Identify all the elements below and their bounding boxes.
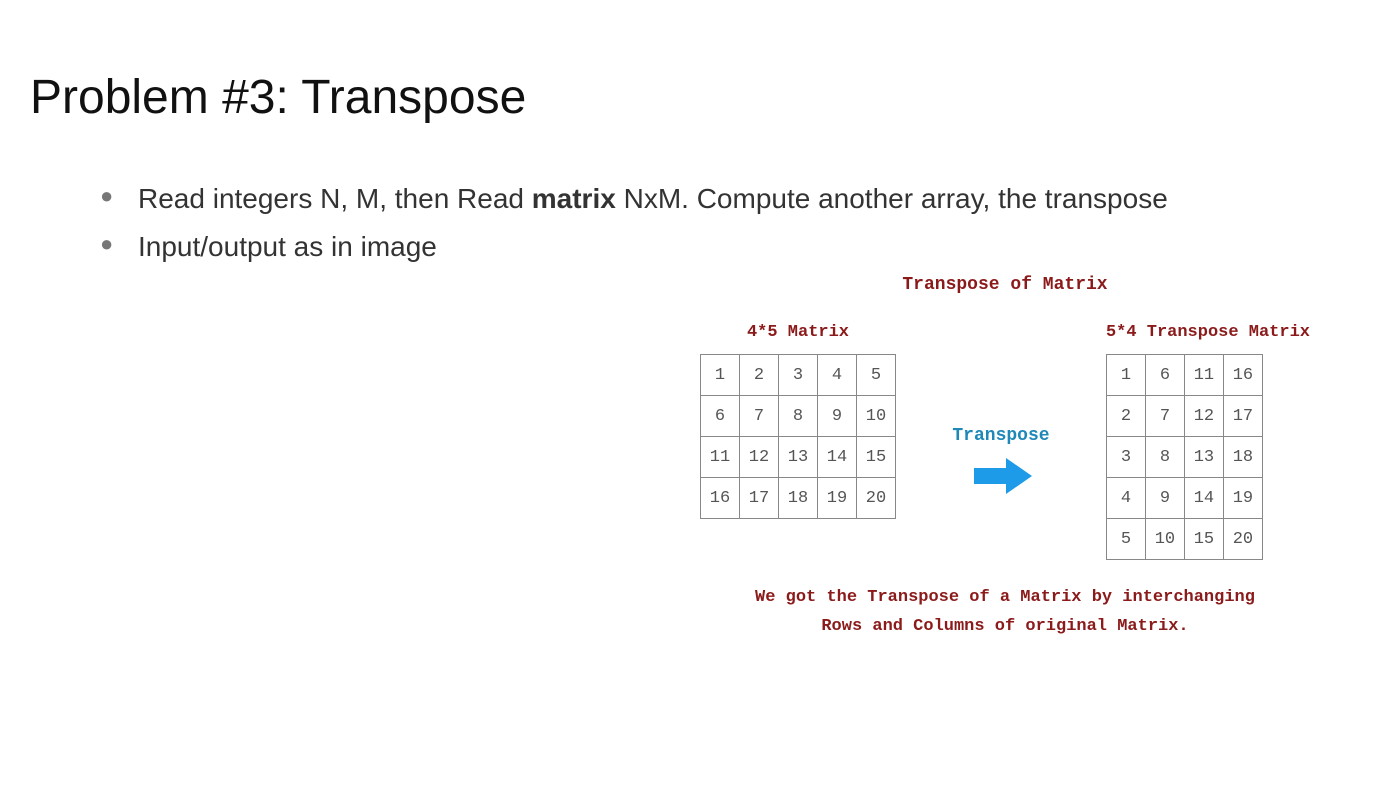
table-row: 16 17 18 19 20	[701, 478, 896, 519]
cell: 3	[1106, 437, 1145, 478]
diagram-caption: We got the Transpose of a Matrix by inte…	[700, 584, 1310, 642]
table-row: 2 7 12 17	[1106, 396, 1262, 437]
cell: 6	[701, 396, 740, 437]
output-matrix-block: 5*4 Transpose Matrix 1 6 11 16 2 7 12 17	[1106, 323, 1310, 560]
cell: 16	[701, 478, 740, 519]
cell: 4	[1106, 478, 1145, 519]
cell: 19	[1223, 478, 1262, 519]
slide-title: Problem #3: Transpose	[30, 70, 1366, 125]
table-row: 5 10 15 20	[1106, 519, 1262, 560]
input-matrix-label: 4*5 Matrix	[700, 323, 896, 342]
cell: 18	[1223, 437, 1262, 478]
cell: 11	[1184, 355, 1223, 396]
diagram-row: 4*5 Matrix 1 2 3 4 5 6 7 8 9 10	[700, 323, 1310, 560]
cell: 4	[818, 355, 857, 396]
cell: 3	[779, 355, 818, 396]
cell: 20	[857, 478, 896, 519]
table-row: 1 2 3 4 5	[701, 355, 896, 396]
table-row: 3 8 13 18	[1106, 437, 1262, 478]
cell: 10	[1145, 519, 1184, 560]
cell: 20	[1223, 519, 1262, 560]
caption-line-2: Rows and Columns of original Matrix.	[821, 617, 1188, 636]
cell: 5	[857, 355, 896, 396]
slide: Problem #3: Transpose Read integers N, M…	[0, 0, 1396, 787]
cell: 15	[1184, 519, 1223, 560]
output-matrix-label: 5*4 Transpose Matrix	[1106, 323, 1310, 342]
cell: 12	[1184, 396, 1223, 437]
bullet-1-bold: matrix	[532, 183, 616, 214]
cell: 13	[1184, 437, 1223, 478]
cell: 8	[1145, 437, 1184, 478]
cell: 9	[1145, 478, 1184, 519]
output-matrix-table: 1 6 11 16 2 7 12 17 3 8 13	[1106, 354, 1263, 560]
table-row: 4 9 14 19	[1106, 478, 1262, 519]
cell: 1	[1106, 355, 1145, 396]
arrow-right-icon	[966, 454, 1036, 498]
cell: 17	[740, 478, 779, 519]
cell: 5	[1106, 519, 1145, 560]
cell: 9	[818, 396, 857, 437]
cell: 1	[701, 355, 740, 396]
cell: 14	[818, 437, 857, 478]
cell: 7	[740, 396, 779, 437]
input-matrix-block: 4*5 Matrix 1 2 3 4 5 6 7 8 9 10	[700, 323, 896, 519]
cell: 8	[779, 396, 818, 437]
cell: 15	[857, 437, 896, 478]
caption-line-1: We got the Transpose of a Matrix by inte…	[755, 588, 1255, 607]
cell: 17	[1223, 396, 1262, 437]
cell: 12	[740, 437, 779, 478]
input-matrix-table: 1 2 3 4 5 6 7 8 9 10 11	[700, 354, 896, 519]
cell: 2	[740, 355, 779, 396]
cell: 19	[818, 478, 857, 519]
bullet-2: Input/output as in image	[100, 223, 1366, 271]
bullet-list: Read integers N, M, then Read matrix NxM…	[30, 175, 1366, 270]
cell: 13	[779, 437, 818, 478]
cell: 2	[1106, 396, 1145, 437]
cell: 7	[1145, 396, 1184, 437]
bullet-1-post: NxM. Compute another array, the transpos…	[616, 183, 1168, 214]
bullet-1-pre: Read integers N, M, then Read	[138, 183, 532, 214]
transpose-label: Transpose	[952, 426, 1049, 446]
diagram-title: Transpose of Matrix	[700, 275, 1310, 295]
table-row: 11 12 13 14 15	[701, 437, 896, 478]
cell: 10	[857, 396, 896, 437]
cell: 6	[1145, 355, 1184, 396]
cell: 14	[1184, 478, 1223, 519]
cell: 16	[1223, 355, 1262, 396]
bullet-1: Read integers N, M, then Read matrix NxM…	[100, 175, 1366, 223]
table-row: 6 7 8 9 10	[701, 396, 896, 437]
transpose-diagram: Transpose of Matrix 4*5 Matrix 1 2 3 4 5…	[700, 275, 1310, 642]
table-row: 1 6 11 16	[1106, 355, 1262, 396]
cell: 18	[779, 478, 818, 519]
cell: 11	[701, 437, 740, 478]
arrow-block: Transpose	[952, 386, 1049, 498]
